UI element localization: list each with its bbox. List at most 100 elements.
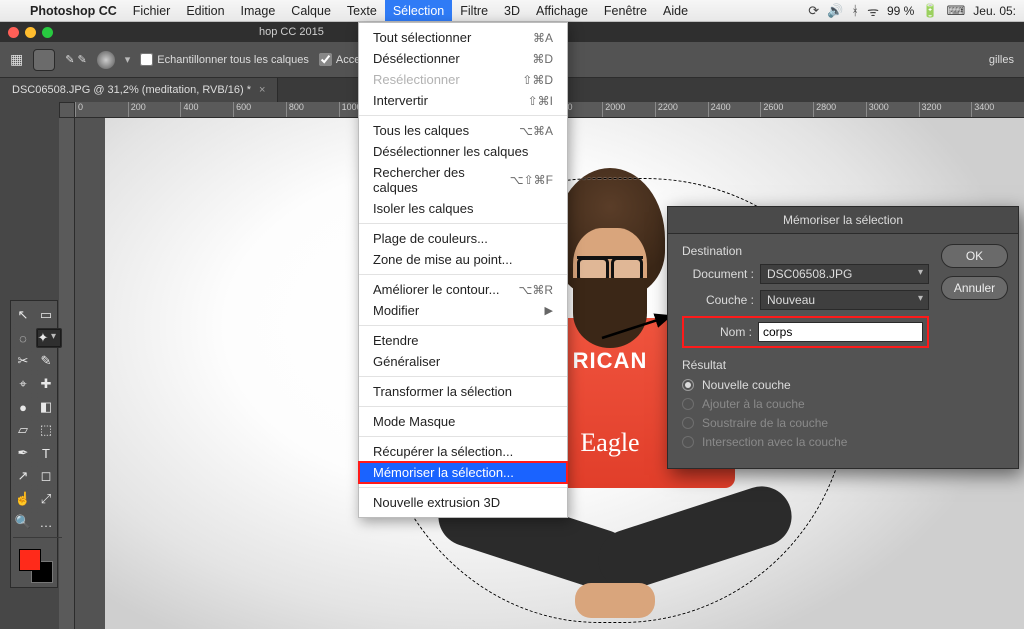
menu-item-label: Désélectionner les calques xyxy=(373,144,528,159)
menu-item-label: Plage de couleurs... xyxy=(373,231,488,246)
input-icon[interactable]: ⌨ xyxy=(947,3,966,19)
menu-item[interactable]: Transformer la sélection xyxy=(359,381,567,402)
tool-marquee[interactable]: ▭ xyxy=(36,305,56,325)
zoom-icon[interactable] xyxy=(42,27,53,38)
menu-calque[interactable]: Calque xyxy=(283,0,339,21)
tool-move[interactable]: ↖ xyxy=(13,305,33,325)
radio-subtract: Soustraire de la couche xyxy=(682,416,929,430)
radio-new-channel[interactable]: Nouvelle couche xyxy=(682,378,929,392)
tools-panel: ↖ ▭ ◌ ✦ ✂ ✎ ⌖ ✚ ● ◧ ▱ ⬚ ✒ T ↗ ◻ ☝ ⤢ 🔍 … xyxy=(10,300,58,588)
tool-stamp[interactable]: ● xyxy=(13,397,33,417)
menubar-right: ⟳ 🔊 ᚼ ᯤ 99 % 🔋 ⌨ Jeu. 05: xyxy=(808,2,1024,20)
menu-item[interactable]: Récupérer la sélection... xyxy=(359,441,567,462)
menu-item[interactable]: Modifier▶ xyxy=(359,300,567,321)
radio-add: Ajouter à la couche xyxy=(682,397,929,411)
volume-icon[interactable]: 🔊 xyxy=(827,3,843,19)
cancel-button[interactable]: Annuler xyxy=(941,276,1008,300)
name-input[interactable] xyxy=(758,322,923,342)
menu-image[interactable]: Image xyxy=(233,0,284,21)
save-selection-dialog: Mémoriser la sélection Destination Docum… xyxy=(667,206,1019,469)
menu-item[interactable]: Nouvelle extrusion 3D xyxy=(359,492,567,513)
menu-selection[interactable]: Sélection xyxy=(385,0,452,21)
menu-item[interactable]: Plage de couleurs... xyxy=(359,228,567,249)
menu-item[interactable]: Zone de mise au point... xyxy=(359,249,567,270)
menu-texte[interactable]: Texte xyxy=(339,0,385,21)
menu-affichage[interactable]: Affichage xyxy=(528,0,596,21)
battery-text: 99 % xyxy=(887,4,914,18)
home-icon[interactable]: ▦ xyxy=(10,51,23,68)
menu-item-label: Tout sélectionner xyxy=(373,30,471,45)
menu-fichier[interactable]: Fichier xyxy=(125,0,179,21)
close-icon[interactable] xyxy=(8,27,19,38)
menu-fenetre[interactable]: Fenêtre xyxy=(596,0,655,21)
document-select[interactable]: DSC06508.JPG xyxy=(760,264,929,284)
tool-shape[interactable]: ◻ xyxy=(36,466,56,486)
menu-item[interactable]: Mode Masque xyxy=(359,411,567,432)
ok-button[interactable]: OK xyxy=(941,244,1008,268)
app-name[interactable]: Photoshop CC xyxy=(22,4,125,18)
tool-heal[interactable]: ⌖ xyxy=(13,374,33,394)
submenu-arrow-icon: ▶ xyxy=(545,304,553,317)
tool-crop[interactable]: ✂ xyxy=(13,351,33,371)
close-tab-icon[interactable]: × xyxy=(259,84,265,96)
tool-mode-icon[interactable]: ✎ ✎ xyxy=(65,53,87,66)
tool-eraser[interactable]: ▱ xyxy=(13,420,33,440)
menu-filtre[interactable]: Filtre xyxy=(452,0,496,21)
menu-item[interactable]: Améliorer le contour...⌥⌘R xyxy=(359,279,567,300)
radio-dot-icon xyxy=(682,436,694,448)
menu-item[interactable]: Rechercher des calques⌥⇧⌘F xyxy=(359,162,567,198)
sync-icon[interactable]: ⟳ xyxy=(808,3,819,19)
menu-edition[interactable]: Edition xyxy=(178,0,232,21)
ruler-origin[interactable] xyxy=(59,102,75,118)
menu-item[interactable]: Tous les calques⌥⌘A xyxy=(359,120,567,141)
account-name[interactable]: gilles xyxy=(989,54,1014,66)
menu-item[interactable]: Désélectionner⌘D xyxy=(359,48,567,69)
tool-more[interactable]: … xyxy=(36,512,56,532)
menu-item[interactable]: Mémoriser la sélection... xyxy=(359,462,567,483)
tool-brush[interactable]: ✚ xyxy=(36,374,56,394)
tool-lasso[interactable]: ◌ xyxy=(13,328,33,348)
tool-zoom[interactable]: 🔍 xyxy=(13,512,33,532)
menu-aide[interactable]: Aide xyxy=(655,0,696,21)
document-tab[interactable]: DSC06508.JPG @ 31,2% (meditation, RVB/16… xyxy=(0,78,278,102)
brush-preview-icon[interactable] xyxy=(97,51,115,69)
window-title: hop CC 2015 xyxy=(259,26,324,38)
menu-item: Resélectionner⇧⌘D xyxy=(359,69,567,90)
tool-rotate[interactable]: ⤢ xyxy=(36,489,56,509)
menu-item[interactable]: Isoler les calques xyxy=(359,198,567,219)
tool-preset[interactable] xyxy=(33,49,55,71)
radio-intersect: Intersection avec la couche xyxy=(682,435,929,449)
menu-item[interactable]: Tout sélectionner⌘A xyxy=(359,27,567,48)
menu-item-label: Mode Masque xyxy=(373,414,455,429)
menu-item[interactable]: Intervertir⇧⌘I xyxy=(359,90,567,111)
dialog-title: Mémoriser la sélection xyxy=(668,207,1018,234)
tool-type[interactable]: T xyxy=(36,443,56,463)
menu-item-label: Resélectionner xyxy=(373,72,460,87)
menu-item[interactable]: Etendre xyxy=(359,330,567,351)
tool-quick-select[interactable]: ✦ xyxy=(36,328,62,348)
foreground-color[interactable] xyxy=(19,549,41,571)
minimize-icon[interactable] xyxy=(25,27,36,38)
tool-hand[interactable]: ☝ xyxy=(13,489,33,509)
tool-history-brush[interactable]: ◧ xyxy=(36,397,56,417)
shirt-text-1: RICAN xyxy=(573,348,648,374)
menu-item-label: Mémoriser la sélection... xyxy=(373,465,514,480)
menu-item-label: Généraliser xyxy=(373,354,440,369)
menu-item[interactable]: Désélectionner les calques xyxy=(359,141,567,162)
menu-item[interactable]: Généraliser xyxy=(359,351,567,372)
color-swatches[interactable] xyxy=(13,547,62,583)
sample-all-checkbox[interactable]: Echantillonner tous les calques xyxy=(140,53,309,66)
wifi-icon[interactable]: ᯤ xyxy=(867,2,879,20)
menu-3d[interactable]: 3D xyxy=(496,0,528,21)
chevron-down-icon[interactable]: ▾ xyxy=(125,53,131,66)
tool-pen[interactable]: ✒ xyxy=(13,443,33,463)
layer-select[interactable]: Nouveau xyxy=(760,290,929,310)
tool-path[interactable]: ↗ xyxy=(13,466,33,486)
glasses-icon xyxy=(577,256,643,274)
bluetooth-icon[interactable]: ᚼ xyxy=(851,3,859,18)
menu-item-label: Désélectionner xyxy=(373,51,460,66)
traffic-lights xyxy=(8,27,53,38)
tool-eyedropper[interactable]: ✎ xyxy=(36,351,56,371)
tool-gradient[interactable]: ⬚ xyxy=(36,420,56,440)
battery-icon[interactable]: 🔋 xyxy=(922,3,938,19)
